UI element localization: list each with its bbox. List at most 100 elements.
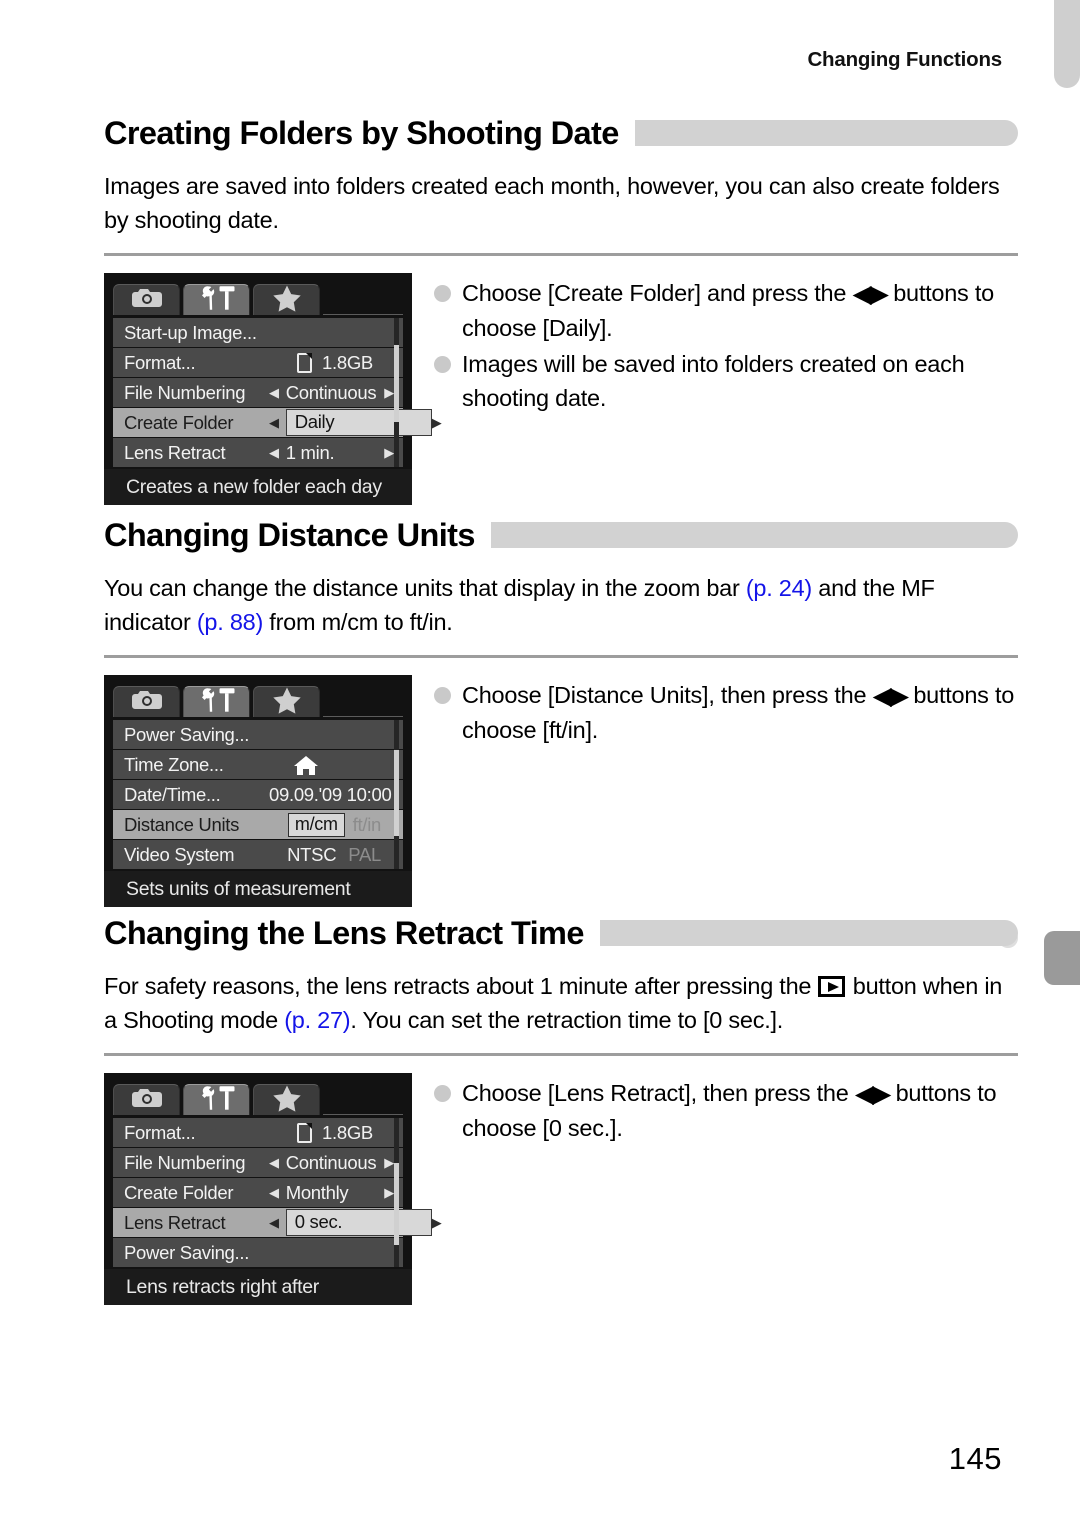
bullet-dot-icon: [434, 356, 451, 373]
menu-scrollbar[interactable]: [394, 720, 399, 869]
menu-row-selected[interactable]: Distance Units m/cm ft/in: [113, 810, 403, 839]
menu-row-label: File Numbering: [124, 1151, 246, 1173]
instruction-list: Choose [Distance Units], then press the …: [412, 675, 1018, 907]
menu-row[interactable]: Power Saving...: [113, 1238, 403, 1267]
menu-row[interactable]: Lens Retract ◀ 1 min. ▶: [113, 438, 403, 467]
menu-row[interactable]: Power Saving...: [113, 720, 403, 749]
menu-hint-bar: Lens retracts right after: [104, 1269, 412, 1305]
menu-row-value[interactable]: Daily: [285, 409, 432, 436]
menu-row[interactable]: Video System NTSC PAL: [113, 840, 403, 869]
menu-row-value[interactable]: 0 sec.: [285, 1209, 432, 1236]
tools-icon: [198, 285, 236, 316]
menu-tab-filler: [323, 1084, 403, 1115]
menu-row[interactable]: Date/Time... 09.09.'09 10:00: [113, 780, 403, 809]
menu-row-label: Power Saving...: [124, 1241, 250, 1263]
instruction-text: Choose [Create Folder] and press the: [462, 280, 853, 306]
page-reference[interactable]: (p. 27): [284, 1007, 350, 1033]
page-reference[interactable]: (p. 24): [746, 575, 812, 601]
menu-row-label: Start-up Image...: [124, 321, 257, 343]
section-step: Start-up Image... Format... 1.8GB File Numb…: [104, 273, 1018, 505]
menu-row-value-alt[interactable]: PAL: [348, 844, 381, 866]
menu-row[interactable]: Create Folder ◀ Monthly ▶: [113, 1178, 403, 1207]
arrow-left-icon[interactable]: ◀: [269, 1186, 279, 1199]
section-heading: Changing Distance Units: [104, 512, 1018, 558]
menu-scrollbar[interactable]: [394, 318, 399, 467]
menu-row-value-selected[interactable]: m/cm: [287, 812, 345, 837]
heading-decoration-bar: [490, 522, 1018, 548]
arrow-left-icon[interactable]: ◀: [269, 446, 279, 459]
menu-tab-tools[interactable]: [183, 1084, 250, 1115]
menu-row-label: Create Folder: [124, 1181, 234, 1203]
menu-tab-tools[interactable]: [183, 284, 250, 315]
section-3: Changing the Lens Retract Time For safety…: [104, 910, 1018, 1305]
section-body: You can change the distance units that d…: [104, 572, 1018, 639]
arrow-right-icon[interactable]: ▶: [384, 1186, 394, 1199]
tools-icon: [198, 1085, 236, 1116]
arrow-left-icon[interactable]: ◀: [269, 416, 279, 429]
menu-tab-filler: [323, 284, 403, 315]
menu-tab-star[interactable]: [253, 686, 320, 717]
menu-row-label: Lens Retract: [124, 441, 226, 463]
memory-card-icon: [297, 1122, 312, 1143]
menu-row-label: Date/Time...: [124, 783, 221, 805]
menu-row-value: 1.8GB: [322, 351, 373, 373]
arrow-right-icon[interactable]: ▶: [432, 416, 442, 429]
instruction-text: Choose [Lens Retract], then press the: [462, 1080, 855, 1106]
menu-row[interactable]: Format... 1.8GB: [113, 348, 403, 377]
menu-row-value-alt[interactable]: ft/in: [353, 814, 382, 836]
menu-tab-camera[interactable]: [113, 686, 180, 717]
menu-row-selected[interactable]: Lens Retract ◀ 0 sec. ▶: [113, 1208, 442, 1237]
camera-menu-screenshot-2: Power Saving... Time Zone... Date/Time... 0…: [104, 675, 412, 907]
menu-hint-bar: Sets units of measurement: [104, 871, 412, 907]
menu-tab-camera[interactable]: [113, 1084, 180, 1115]
section-title: Changing Distance Units: [104, 516, 475, 553]
section-step: Power Saving... Time Zone... Date/Time... 0…: [104, 675, 1018, 907]
menu-tab-star[interactable]: [253, 284, 320, 315]
menu-row[interactable]: File Numbering ◀ Continuous ▶: [113, 378, 403, 407]
menu-tab-camera[interactable]: [113, 284, 180, 315]
menu-row-value-selected[interactable]: NTSC: [287, 844, 336, 866]
section-body: Images are saved into folders created ea…: [104, 170, 1018, 237]
menu-row-selected[interactable]: Create Folder ◀ Daily ▶: [113, 408, 442, 437]
instruction-text: Choose [Distance Units], then press the: [462, 682, 873, 708]
arrow-right-icon[interactable]: ▶: [384, 1156, 394, 1169]
section-heading: Changing the Lens Retract Time: [104, 910, 1018, 956]
instruction-text: Images will be saved into folders create…: [462, 351, 965, 411]
menu-row[interactable]: File Numbering ◀ Continuous ▶: [113, 1148, 403, 1177]
menu-row[interactable]: Time Zone...: [113, 750, 403, 779]
menu-row[interactable]: Start-up Image...: [113, 318, 403, 347]
section-title: Changing the Lens Retract Time: [104, 914, 584, 951]
arrow-right-icon[interactable]: ▶: [384, 386, 394, 399]
page-reference[interactable]: (p. 88): [197, 609, 263, 635]
section-1: Creating Folders by Shooting Date Images …: [104, 110, 1018, 505]
heading-decoration-bar: [634, 120, 1018, 146]
menu-row-value: 1.8GB: [322, 1121, 373, 1143]
section-body: For safety reasons, the lens retracts ab…: [104, 970, 1018, 1037]
bullet-dot-icon: [434, 1085, 451, 1102]
home-icon: [293, 755, 319, 775]
section-divider: [104, 655, 1018, 658]
menu-row-label: Power Saving...: [124, 723, 250, 745]
menu-tab-tools[interactable]: [183, 686, 250, 717]
arrow-left-icon[interactable]: ◀: [269, 386, 279, 399]
section-divider: [104, 253, 1018, 256]
menu-row[interactable]: Format... 1.8GB: [113, 1118, 403, 1147]
camera-menu-screenshot-3: Format... 1.8GB File Numbering ◀ Continuous ▶…: [104, 1073, 442, 1305]
menu-row-label: Distance Units: [124, 813, 240, 835]
list-item: Choose [Lens Retract], then press the ◀▶…: [434, 1076, 1018, 1145]
left-right-arrows-icon: ◀▶: [852, 280, 888, 308]
section-step: Format... 1.8GB File Numbering ◀ Continuous ▶…: [104, 1073, 1018, 1305]
menu-row-label: Create Folder: [124, 411, 234, 433]
menu-row-label: Format...: [124, 1121, 196, 1143]
menu-scrollbar[interactable]: [394, 1118, 399, 1267]
body-text: from m/cm to ft/in.: [263, 608, 453, 635]
arrow-right-icon[interactable]: ▶: [432, 1216, 442, 1229]
menu-tab-star[interactable]: [253, 1084, 320, 1115]
arrow-left-icon[interactable]: ◀: [269, 1216, 279, 1229]
left-right-arrows-icon: ◀▶: [854, 1080, 891, 1108]
arrow-left-icon[interactable]: ◀: [269, 1156, 279, 1169]
list-item: Choose [Distance Units], then press the …: [434, 678, 1018, 747]
section-divider: [104, 1053, 1018, 1056]
arrow-right-icon[interactable]: ▶: [384, 446, 394, 459]
menu-row-value: Monthly: [285, 1181, 349, 1203]
